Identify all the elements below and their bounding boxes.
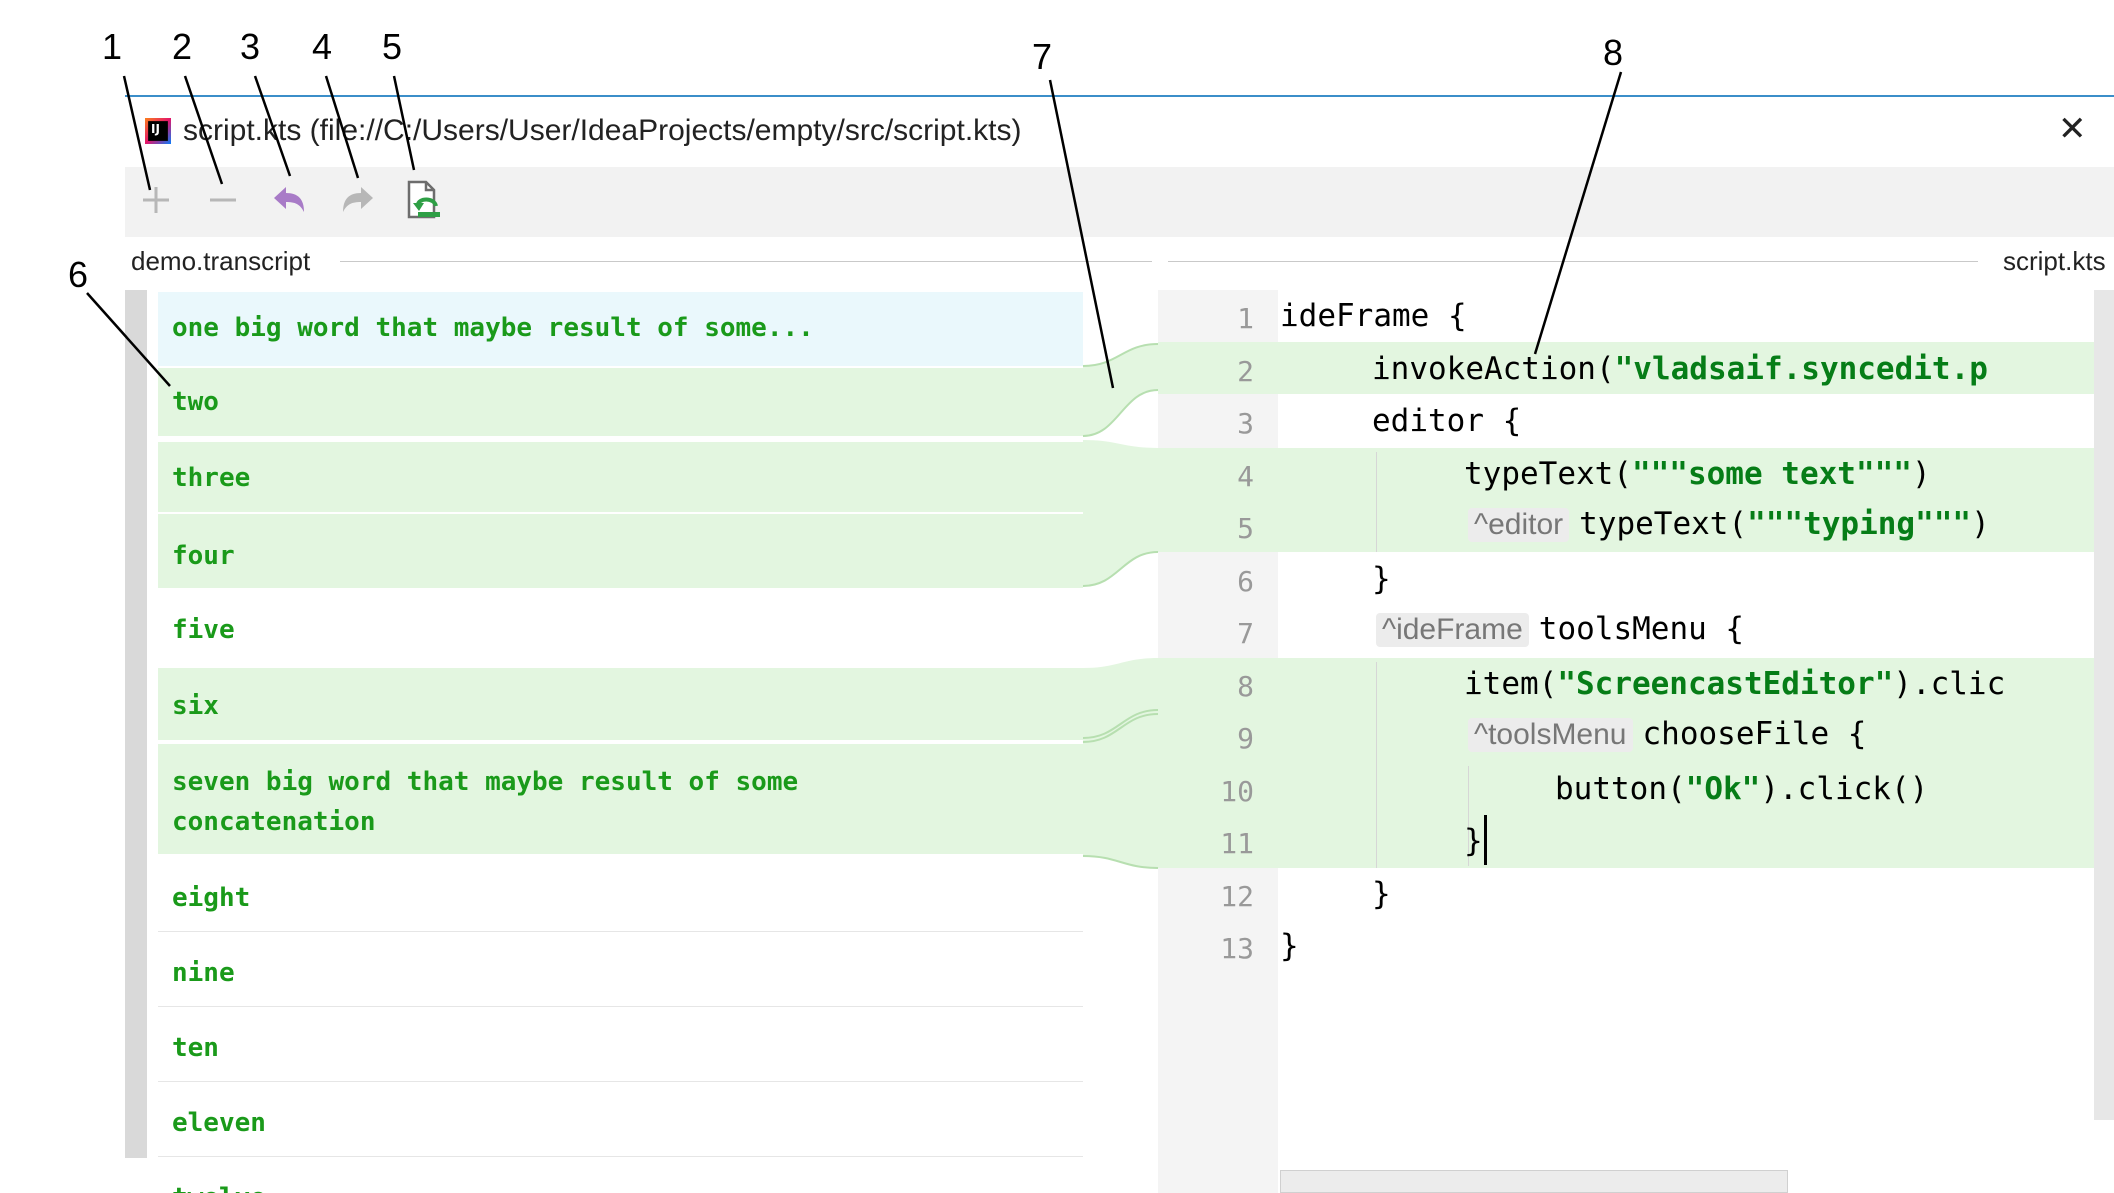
list-item[interactable]: ten: [158, 1008, 1083, 1082]
text-caret: [1484, 815, 1487, 865]
code-line-9: ^toolsMenu chooseFile {: [1468, 716, 1866, 752]
code-line-8: item("ScreencastEditor").clic: [1464, 666, 2006, 702]
reload-button[interactable]: [404, 178, 444, 222]
undo-arrow-icon: [274, 187, 304, 212]
line-number: 11: [1220, 827, 1254, 860]
line-number: 4: [1237, 460, 1254, 493]
indent-guide: [1376, 662, 1377, 868]
line-number: 8: [1237, 670, 1254, 703]
list-item-text: five: [172, 615, 235, 645]
right-panel-title: script.kts: [2003, 246, 2106, 276]
line-number: 7: [1237, 617, 1254, 650]
code-line-2: invokeAction("vladsaif.syncedit.p: [1372, 351, 1988, 387]
list-item-text: ten: [172, 1033, 219, 1063]
list-item-text: nine: [172, 958, 235, 988]
line-number: 6: [1237, 565, 1254, 598]
list-item-text: six: [172, 691, 219, 721]
code-line-3: editor {: [1372, 403, 1522, 439]
inlay-hint: ^ideFrame: [1376, 613, 1529, 647]
callout-1: 1: [102, 26, 123, 67]
list-item-text: four: [172, 541, 235, 571]
callout-2: 2: [172, 26, 193, 67]
callout-3: 3: [240, 26, 261, 67]
code-line-5: ^editor typeText("""typing"""): [1468, 506, 1990, 542]
redo-arrow-icon: [343, 187, 373, 212]
indent-guide: [1376, 452, 1377, 552]
code-line-11: }: [1464, 823, 1483, 859]
plus-icon: [143, 187, 169, 213]
inlay-hint: ^toolsMenu: [1468, 718, 1633, 752]
callout-4: 4: [312, 26, 333, 67]
undo-button[interactable]: [270, 178, 310, 222]
line-number: 5: [1237, 512, 1254, 545]
line-number: 3: [1237, 407, 1254, 440]
list-item-text: twelve: [172, 1183, 266, 1193]
right-header-rule: [1168, 261, 1978, 262]
diff-connectors: [1083, 343, 1158, 869]
list-item-text: three: [172, 463, 251, 493]
list-item[interactable]: three: [158, 442, 1083, 512]
remove-button[interactable]: [203, 178, 243, 222]
list-item-text: eight: [172, 883, 251, 913]
list-item[interactable]: eight: [158, 858, 1083, 932]
list-item[interactable]: twelve: [158, 1158, 1083, 1193]
add-button[interactable]: [136, 178, 176, 222]
callout-5: 5: [382, 26, 403, 67]
list-item[interactable]: eleven: [158, 1083, 1083, 1157]
line-number: 1: [1237, 302, 1254, 335]
left-panel-title: demo.transcript: [131, 246, 311, 276]
list-item-text: seven big word that maybe result of some…: [172, 767, 799, 837]
list-item[interactable]: six: [158, 668, 1083, 740]
line-number: 2: [1237, 355, 1254, 388]
list-item-text: one big word that maybe result of some..…: [172, 313, 814, 343]
code-line-13: }: [1280, 928, 1299, 964]
code-line-4: typeText("""some text"""): [1464, 456, 1931, 492]
window-title: script.kts (file://C:/Users/User/IdeaPro…: [183, 114, 1022, 147]
horizontal-scrollbar[interactable]: [1280, 1170, 1788, 1193]
minus-icon: [210, 198, 236, 202]
left-header-rule: [340, 261, 1152, 262]
inlay-hint: ^editor: [1468, 508, 1570, 542]
redo-button[interactable]: [337, 178, 377, 222]
list-item[interactable]: seven big word that maybe result of some…: [158, 744, 1083, 854]
line-number: 10: [1220, 775, 1254, 808]
list-item[interactable]: four: [158, 514, 1083, 588]
vertical-scrollbar[interactable]: [2094, 290, 2114, 1120]
list-item[interactable]: nine: [158, 933, 1083, 1007]
code-line-12: }: [1372, 876, 1391, 912]
code-line-6: }: [1372, 561, 1391, 597]
list-item-text: eleven: [172, 1108, 266, 1138]
line-number: 9: [1237, 722, 1254, 755]
line-number: 12: [1220, 880, 1254, 913]
left-gutter: [125, 290, 147, 1158]
code-line-1: ideFrame {: [1280, 298, 1467, 334]
reload-file-icon: [407, 180, 440, 219]
callout-8: 8: [1603, 32, 1624, 73]
list-item-text: two: [172, 387, 219, 417]
close-icon[interactable]: ✕: [2058, 112, 2087, 146]
callout-6: 6: [68, 254, 89, 295]
intellij-app-icon: IJ: [145, 118, 171, 144]
list-item[interactable]: five: [158, 590, 1083, 664]
list-item[interactable]: one big word that maybe result of some..…: [158, 292, 1083, 366]
list-item[interactable]: two: [158, 368, 1083, 436]
code-line-10: button("Ok").click(): [1555, 771, 1929, 807]
line-number: 13: [1220, 932, 1254, 965]
code-line-7: ^ideFrame toolsMenu {: [1376, 611, 1744, 647]
callout-7: 7: [1032, 36, 1053, 77]
